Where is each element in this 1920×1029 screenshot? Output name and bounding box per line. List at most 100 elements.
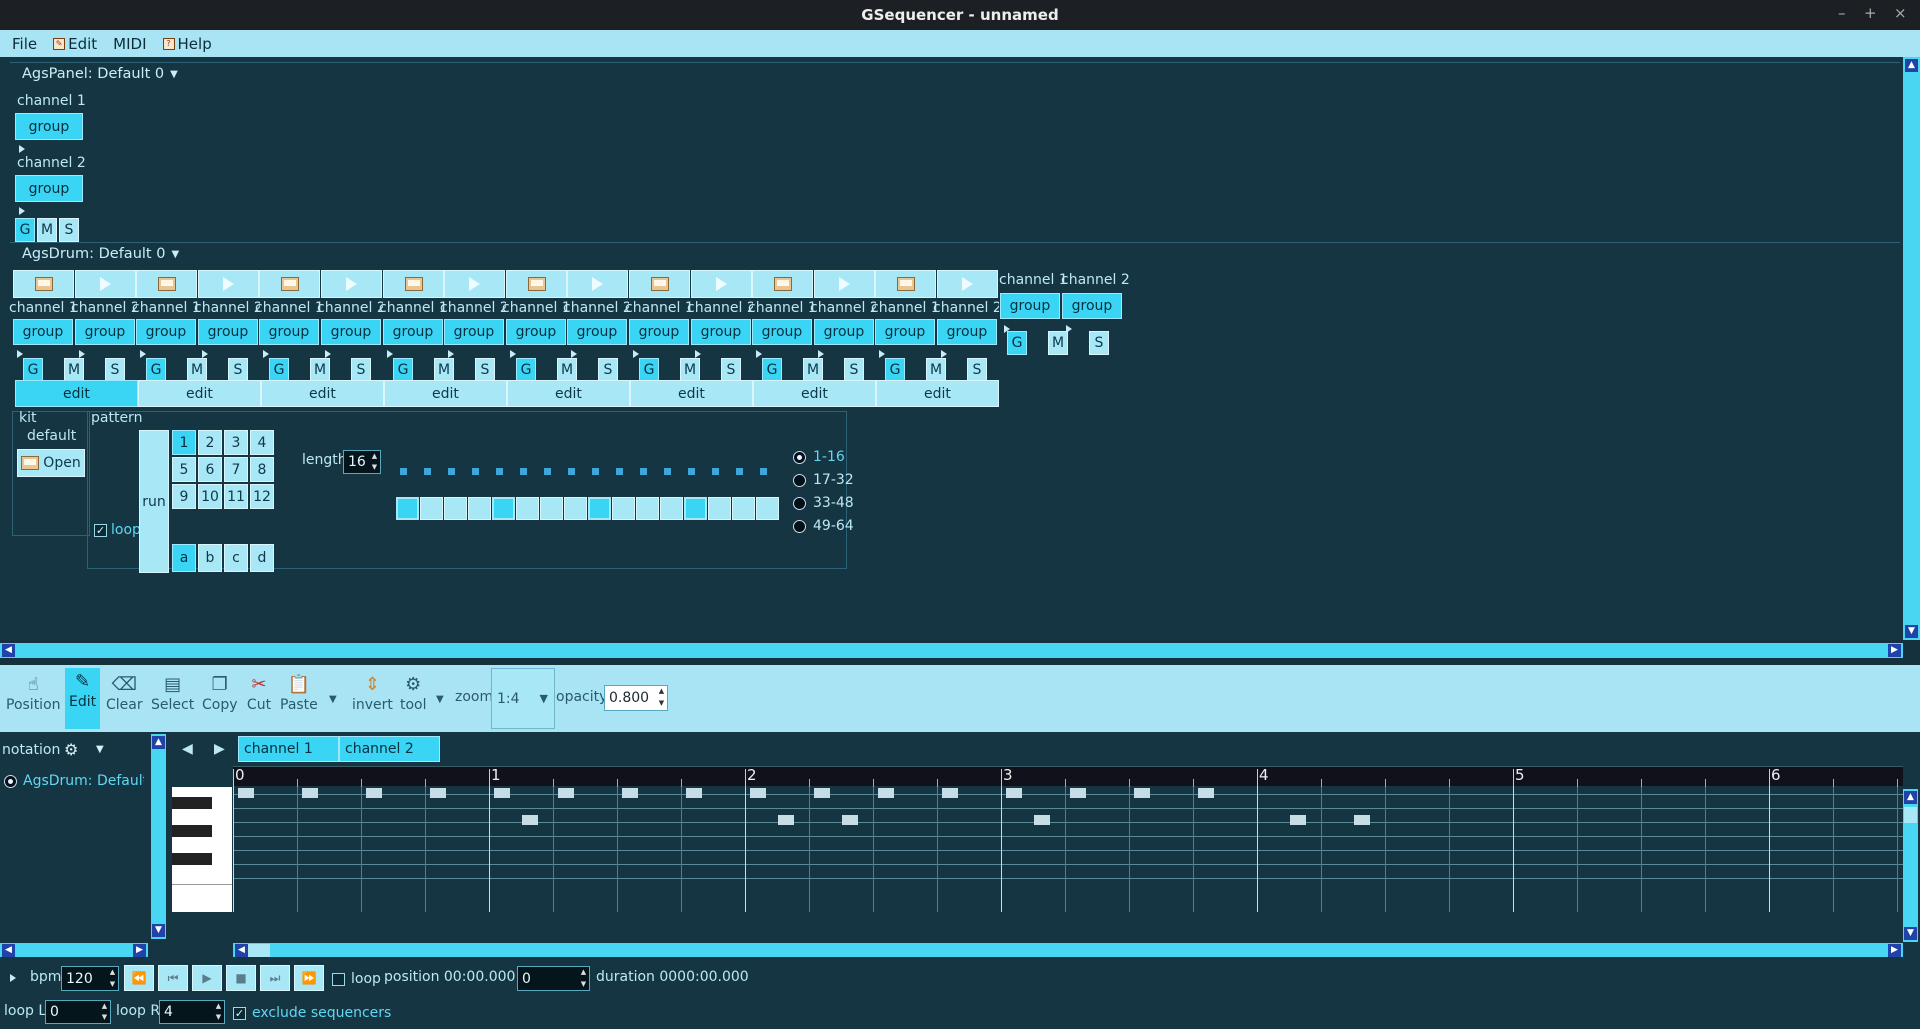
input-group-button[interactable]: group <box>752 319 812 345</box>
edit-tool[interactable]: ✎ Edit <box>65 668 101 729</box>
input-pad-11[interactable] <box>629 270 690 298</box>
index1-button-11[interactable]: 11 <box>224 484 248 509</box>
tab-prev-icon[interactable]: ◀ <box>182 741 193 757</box>
rewind-button[interactable]: ⏪ <box>124 965 154 991</box>
scroll-down-icon[interactable]: ▼ <box>1905 625 1918 638</box>
scroll-thumb[interactable] <box>1904 807 1917 823</box>
input-pad-7[interactable] <box>383 270 444 298</box>
scroll-down-icon[interactable]: ▼ <box>152 924 165 937</box>
position-tool[interactable]: ☝ Position <box>6 671 61 714</box>
input-group-button[interactable]: group <box>629 319 689 345</box>
note[interactable] <box>686 788 702 798</box>
note[interactable] <box>302 788 318 798</box>
maximize-icon[interactable]: + <box>1864 4 1877 22</box>
chevron-down-icon[interactable]: ▼ <box>96 744 104 755</box>
bpm-spinbutton[interactable]: 120 ▲ ▼ <box>61 966 119 991</box>
step-pad-7[interactable] <box>540 497 563 520</box>
output-mute-toggle[interactable]: M <box>1048 331 1068 355</box>
step-pad-4[interactable] <box>468 497 491 520</box>
scroll-left-icon[interactable]: ◀ <box>235 944 248 957</box>
expander-icon[interactable] <box>10 974 16 982</box>
spin-up-icon[interactable]: ▲ <box>214 1001 223 1012</box>
note[interactable] <box>1034 815 1050 825</box>
note[interactable] <box>1290 815 1306 825</box>
input-group-button[interactable]: group <box>136 319 196 345</box>
mute-toggle[interactable]: M <box>803 358 823 382</box>
input-group-button[interactable]: group <box>259 319 319 345</box>
expander-icon[interactable] <box>695 350 701 358</box>
expander-icon[interactable] <box>19 145 25 153</box>
index1-button-7[interactable]: 7 <box>224 457 248 482</box>
note[interactable] <box>750 788 766 798</box>
output-group-toggle[interactable]: G <box>1007 331 1027 355</box>
step-pad-13[interactable] <box>684 497 707 520</box>
edit-button-1[interactable]: edit <box>15 380 138 407</box>
position-spinbutton[interactable]: 0 ▲ ▼ <box>517 966 590 991</box>
input-group-button[interactable]: group <box>321 319 381 345</box>
mute-toggle[interactable]: M <box>926 358 946 382</box>
invert-button[interactable]: ⇕ invert <box>352 671 393 714</box>
group-toggle[interactable]: G <box>23 358 43 382</box>
note[interactable] <box>522 815 538 825</box>
output-group-button-2[interactable]: group <box>1062 293 1122 319</box>
output-group-button-1[interactable]: group <box>1000 293 1060 319</box>
menu-help[interactable]: ? Help <box>155 35 220 53</box>
step-pad-3[interactable] <box>444 497 467 520</box>
edit-button-4[interactable]: edit <box>384 380 507 407</box>
length-spinbutton[interactable]: 16 ▲ ▼ <box>343 450 381 474</box>
input-group-button[interactable]: group <box>444 319 504 345</box>
selector-vscrollbar[interactable]: ▲ ▼ <box>151 734 166 939</box>
selector-hscrollbar[interactable]: ◀ ▶ <box>0 943 148 958</box>
step-pad-10[interactable] <box>612 497 635 520</box>
spin-up-icon[interactable]: ▲ <box>579 967 588 979</box>
index1-button-5[interactable]: 5 <box>172 457 196 482</box>
black-key[interactable] <box>172 825 212 837</box>
group-toggle[interactable]: G <box>269 358 289 382</box>
offset-radio-33-48[interactable]: 33-48 <box>793 494 854 512</box>
note[interactable] <box>842 815 858 825</box>
input-pad-9[interactable] <box>506 270 567 298</box>
step-pad-16[interactable] <box>756 497 779 520</box>
input-pad-15[interactable] <box>875 270 936 298</box>
offset-radio-49-64[interactable]: 49-64 <box>793 517 854 535</box>
grid-vscrollbar[interactable]: ▲ ▼ <box>1903 789 1918 942</box>
scroll-thumb[interactable] <box>248 944 270 957</box>
solo-toggle[interactable]: S <box>351 358 371 382</box>
input-group-button[interactable]: group <box>13 319 73 345</box>
step-pad-14[interactable] <box>708 497 731 520</box>
input-pad-10[interactable] <box>567 270 628 298</box>
loop-checkbox[interactable]: ✓ loop <box>94 522 141 538</box>
cut-button[interactable]: ✂ Cut <box>246 671 272 714</box>
expander-icon[interactable] <box>17 350 23 358</box>
index0-button-a[interactable]: a <box>172 544 196 572</box>
edit-button-6[interactable]: edit <box>630 380 753 407</box>
input-pad-5[interactable] <box>259 270 320 298</box>
spin-down-icon[interactable]: ▼ <box>108 979 117 991</box>
index1-button-8[interactable]: 8 <box>250 457 274 482</box>
scroll-right-icon[interactable]: ▶ <box>1888 644 1901 657</box>
input-group-button[interactable]: group <box>567 319 627 345</box>
menu-file[interactable]: File <box>4 35 45 53</box>
index1-button-6[interactable]: 6 <box>198 457 222 482</box>
index1-button-12[interactable]: 12 <box>250 484 274 509</box>
stop-button[interactable]: ■ <box>226 965 256 991</box>
note[interactable] <box>1198 788 1214 798</box>
step-pad-2[interactable] <box>420 497 443 520</box>
mute-toggle[interactable]: M <box>64 358 84 382</box>
input-group-button[interactable]: group <box>75 319 135 345</box>
group-toggle[interactable]: G <box>393 358 413 382</box>
mute-toggle[interactable]: M <box>434 358 454 382</box>
note[interactable] <box>1134 788 1150 798</box>
zoom-combo[interactable]: 1:4 ▼ <box>491 668 555 729</box>
edit-button-7[interactable]: edit <box>753 380 876 407</box>
step-pad-9[interactable] <box>588 497 611 520</box>
expander-icon[interactable] <box>325 350 331 358</box>
input-pad-8[interactable] <box>444 270 505 298</box>
note[interactable] <box>366 788 382 798</box>
timeline-ruler[interactable]: 0 1 2 3 4 5 6 <box>233 766 1903 787</box>
edit-button-5[interactable]: edit <box>507 380 630 407</box>
expander-icon[interactable] <box>202 350 208 358</box>
mute-toggle[interactable]: M <box>187 358 207 382</box>
tab-next-icon[interactable]: ▶ <box>214 741 225 757</box>
index1-button-10[interactable]: 10 <box>198 484 222 509</box>
